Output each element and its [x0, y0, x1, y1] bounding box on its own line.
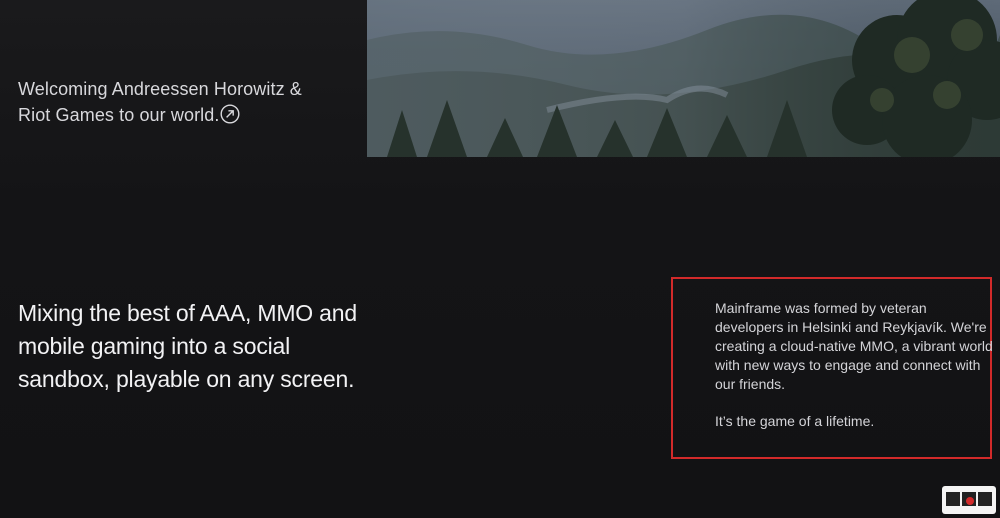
welcome-text[interactable]: Welcoming Andreessen Horowitz & Riot Gam… [18, 79, 302, 125]
welcome-link[interactable]: Welcoming Andreessen Horowitz & Riot Gam… [18, 79, 302, 125]
welcome-announcement: Welcoming Andreessen Horowitz & Riot Gam… [18, 76, 338, 128]
page: Welcoming Andreessen Horowitz & Riot Gam… [0, 0, 1000, 518]
about-paragraph: Mainframe was formed by veteran develope… [715, 300, 993, 392]
about-section: Mainframe was formed by veteran develope… [715, 299, 997, 449]
arrow-up-right-circle-icon[interactable] [220, 104, 240, 124]
tagline: Mixing the best of AAA, MMO and mobile g… [18, 300, 357, 392]
watermark-logo-icon [946, 492, 992, 506]
watermark-logo [942, 486, 996, 514]
hero-image [367, 0, 1000, 157]
about-closing: It’s the game of a lifetime. [715, 413, 875, 429]
